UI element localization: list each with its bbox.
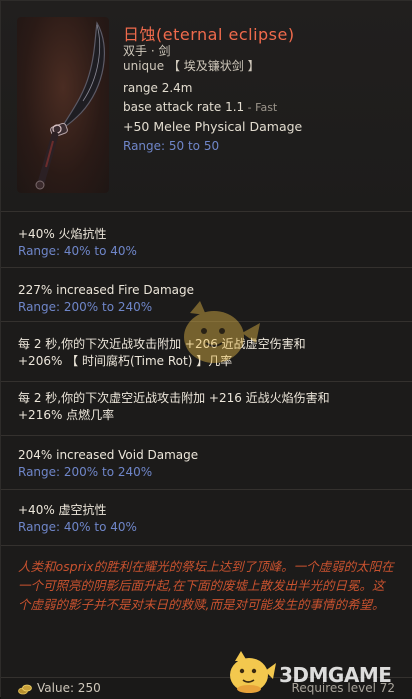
attack-rate-label: base attack rate 1.1 [123,100,245,114]
item-tooltip: 日蚀(eternal eclipse) 双手 · 剑 unique 【 埃及镰状… [0,0,412,699]
affix-line: 每 2 秒,你的下次虚空近战攻击附加 +216 近战火焰伤害和 [18,391,330,405]
affix-4: 204% increased Void Damage Range: 200% t… [1,435,412,489]
watermark-text: 3DMGAME [279,663,392,687]
stat-range: range 2.4m [123,81,193,95]
item-value: Value: 250 [37,681,101,695]
item-base-type: 【 埃及镰状剑 】 [167,59,260,73]
attack-rate-speed: - Fast [244,101,278,114]
item-rarity-row: unique 【 埃及镰状剑 】 [123,57,260,74]
affix-line-2: +216% 点燃几率 [18,408,115,422]
affix-line: 227% increased Fire Damage [18,283,194,297]
stat-implicit: +50 Melee Physical Damage [123,119,303,134]
item-lore: 人类和osprix的胜利在耀光的祭坛上达到了顶峰。一个虚弱的太阳在一个可照亮的阴… [1,545,412,677]
tooltip-header: 日蚀(eternal eclipse) 双手 · 剑 unique 【 埃及镰状… [1,1,412,211]
affix-range: Range: 200% to 240% [18,465,153,479]
affix-line: 204% increased Void Damage [18,448,199,462]
affix-0: +40% 火焰抗性 Range: 40% to 40% [1,211,412,267]
stat-implicit-range: Range: 50 to 50 [123,139,220,153]
3dm-mascot-logo-icon [230,651,276,693]
affix-range: Range: 40% to 40% [18,244,137,258]
khopesh-sword-icon [35,21,106,190]
affix-5: +40% 虚空抗性 Range: 40% to 40% [1,489,412,545]
gold-coins-icon [18,684,32,695]
stat-attack-rate: base attack rate 1.1 - Fast [123,100,277,114]
item-rarity: unique [123,59,165,73]
affix-line: +40% 虚空抗性 [18,503,107,517]
mascot-watermark-icon [184,301,260,363]
item-icon-frame [17,17,109,193]
affix-3: 每 2 秒,你的下次虚空近战攻击附加 +216 近战火焰伤害和 +216% 点燃… [1,381,412,435]
affix-line: +40% 火焰抗性 [18,227,107,241]
affix-range: Range: 40% to 40% [18,520,137,534]
